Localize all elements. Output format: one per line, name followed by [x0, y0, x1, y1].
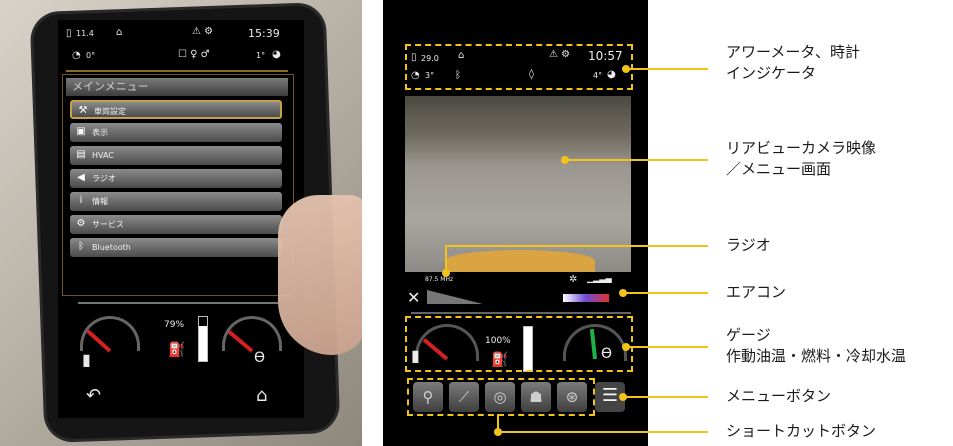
callout-gauge-line-1: ゲージ: [726, 326, 771, 344]
callout-vline-radio: [445, 245, 447, 271]
callout-aircon-line-1: エアコン: [726, 283, 787, 301]
clock: 15:39: [248, 27, 280, 40]
menu-item-label: 車両設定: [94, 107, 126, 116]
display-icon: ▣: [76, 126, 86, 137]
coolant-icon: ϴ: [254, 350, 266, 366]
back-icon[interactable]: ↶: [86, 385, 101, 406]
left-monitor-screen: ▯ 11.4 ⌂ ⚠ ⚙ 15:39 ◔ 0° ☐ ♀ ♂ 1° ◕ メインメニ…: [58, 20, 304, 418]
fan-level-icon: ▁▂▃▄: [587, 274, 612, 283]
menu-item-bluetooth[interactable]: ᛒ Bluetooth: [70, 238, 282, 257]
callout-line-shortcut: [497, 431, 708, 433]
callout-line-radio: [445, 245, 708, 247]
status-highlight: [405, 44, 633, 90]
callout-camera-line-2: ／メニュー画面: [726, 160, 832, 178]
slope-icon: ◕: [272, 49, 281, 60]
fan-icon: ✲: [569, 274, 578, 285]
menu-item-info[interactable]: i 情報: [70, 192, 282, 211]
callout-line-menu-button: [625, 396, 708, 398]
menu-item-label: 表示: [92, 128, 108, 137]
home-icon[interactable]: ⌂: [256, 385, 267, 406]
fuel-level-bar: [198, 316, 208, 362]
menu-item-vehicle-settings[interactable]: ⚒ 車両設定: [70, 100, 282, 119]
gauge-needle: [227, 330, 254, 353]
info-icon: i: [79, 195, 83, 206]
callout-radio-line-1: ラジオ: [726, 236, 771, 254]
gauge-divider: [411, 312, 631, 314]
menu-item-label: Bluetooth: [92, 243, 131, 252]
menu-item-label: ラジオ: [92, 174, 116, 183]
volume-bar: [427, 290, 483, 304]
hvac-icon: ▤: [76, 149, 86, 160]
coolant-temp-gauge: [222, 316, 282, 353]
callout-camera: リアビューカメラ映像 ／メニュー画面: [726, 138, 876, 180]
fuel-percent: 79%: [164, 320, 185, 330]
antenna-icon: ⌂: [116, 27, 123, 38]
hourmeter-value: 11.4: [76, 29, 94, 38]
callout-hourmeter-line-1: アワーメータ、時計: [726, 43, 860, 61]
menu-item-label: 情報: [92, 197, 108, 206]
right-monitor-screen: ▯ 29.0 ⌂ ⚠ ⚙ 10:57 ◔ 3° ᛒ ◊ 4° ◕ 87.5 MH…: [383, 0, 648, 446]
mute-icon[interactable]: ✕: [407, 288, 420, 307]
speaker-icon: ◀: [77, 172, 85, 183]
callout-aircon: エアコン: [726, 282, 786, 303]
indicator-icons: ☐ ♀ ♂: [178, 49, 210, 60]
bluetooth-icon: ᛒ: [78, 241, 84, 252]
tilt-right-value: 1°: [256, 51, 266, 60]
tilt-left-value: 0°: [86, 51, 96, 60]
callout-radio: ラジオ: [726, 235, 771, 256]
wrench-icon: ⚙: [76, 218, 86, 229]
radio-frequency: 87.5 MHz: [425, 276, 454, 283]
battery-icon: ▯: [66, 28, 72, 39]
callout-line-aircon: [625, 292, 708, 294]
menu-item-service[interactable]: ⚙ サービス: [70, 215, 282, 234]
finger: [278, 195, 362, 355]
hydraulic-oil-temp-gauge: [80, 316, 140, 353]
callout-gauge: ゲージ 作動油温・燃料・冷却水温: [726, 325, 906, 367]
menu-item-hvac[interactable]: ▤ HVAC: [70, 146, 282, 165]
menu-item-label: HVAC: [92, 151, 114, 160]
main-menu-title: メインメニュー: [66, 78, 288, 96]
hydraulic-oil-icon: ▮: [82, 350, 91, 369]
callout-hourmeter-line-2: インジケータ: [726, 64, 817, 82]
callout-hourmeter: アワーメータ、時計 インジケータ: [726, 42, 860, 84]
callout-line-hourmeter: [628, 68, 708, 70]
gauge-highlight: [405, 316, 633, 372]
gauge-divider: [78, 302, 278, 304]
callout-line-camera: [567, 159, 708, 161]
callout-line-gauge: [628, 346, 708, 348]
divider: [66, 70, 288, 72]
callout-camera-line-1: リアビューカメラ映像: [726, 139, 877, 157]
warning-icons: ⚠ ⚙: [192, 26, 214, 37]
menu-item-label: サービス: [92, 220, 124, 229]
callout-vline-shortcut: [497, 414, 499, 432]
menu-item-radio[interactable]: ◀ ラジオ: [70, 169, 282, 188]
fuel-pump-icon: ⛽: [168, 342, 186, 358]
callout-menu-button: メニューボタン: [726, 386, 831, 407]
temperature-bar: [563, 294, 609, 302]
machine-counterweight: [445, 250, 595, 272]
callout-shortcut-line-1: ショートカットボタン: [726, 422, 877, 440]
menu-item-display[interactable]: ▣ 表示: [70, 123, 282, 142]
vehicle-settings-icon: ⚒: [78, 105, 88, 116]
device-photo: ▯ 11.4 ⌂ ⚠ ⚙ 15:39 ◔ 0° ☐ ♀ ♂ 1° ◕ メインメニ…: [0, 0, 362, 446]
callout-gauge-line-2: 作動油温・燃料・冷却水温: [726, 347, 907, 365]
menu-icon: ☰: [601, 385, 619, 406]
callout-shortcut: ショートカットボタン: [726, 421, 876, 442]
callout-menu-button-line-1: メニューボタン: [726, 387, 832, 405]
shortcut-highlight: [407, 378, 595, 416]
tilt-icon: ◔: [72, 50, 81, 61]
